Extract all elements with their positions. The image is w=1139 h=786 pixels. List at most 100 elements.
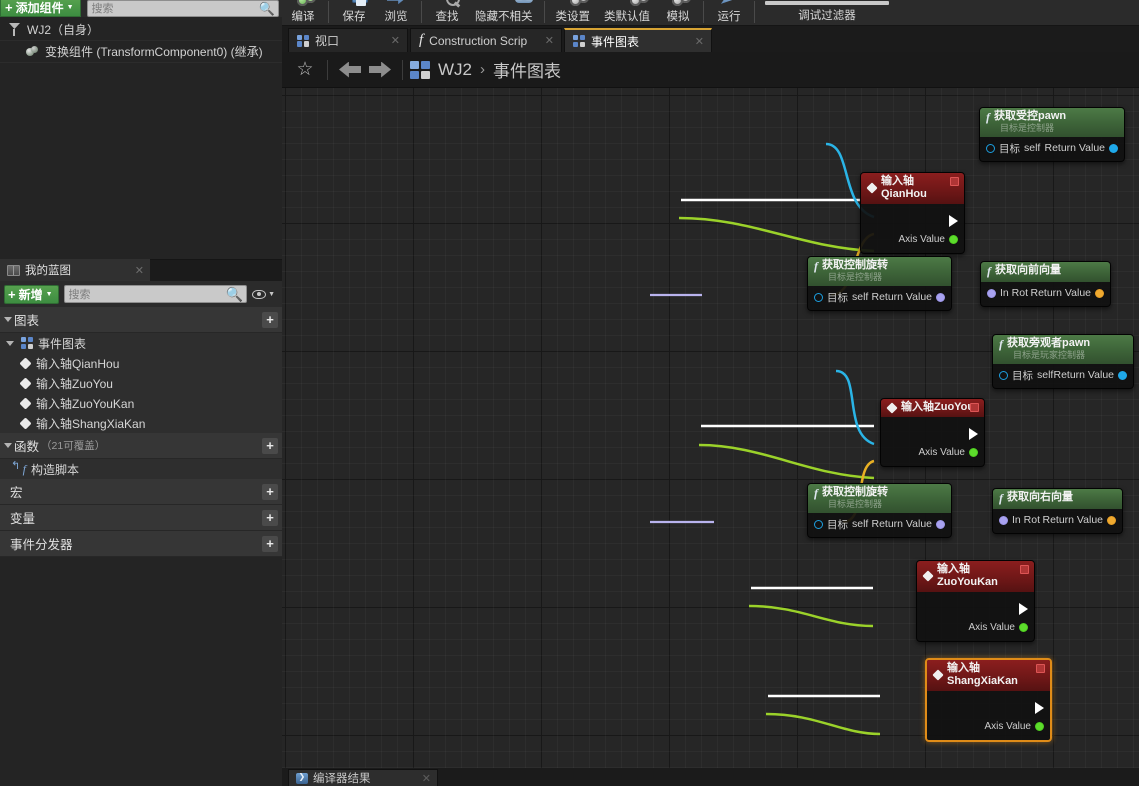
event-graph-canvas[interactable]: f 获取受控pawn 目标是控制器 目标 self Return Value 输… xyxy=(282,88,1139,768)
add-macro-button[interactable]: + xyxy=(262,483,278,500)
close-icon[interactable]: ✕ xyxy=(422,772,431,785)
toolbar-button-save[interactable]: 保存 xyxy=(333,0,375,25)
toolbar-button-label: 查找 xyxy=(435,11,459,23)
event-delegate-icon[interactable] xyxy=(1020,565,1029,574)
toolbar-button-class-settings[interactable]: 类设置 xyxy=(549,0,598,25)
toolbar-button-hide-unrelated[interactable]: 隐藏不相关 xyxy=(468,0,540,25)
pin-return-value[interactable] xyxy=(1109,143,1118,153)
back-button[interactable] xyxy=(335,55,365,85)
close-icon[interactable]: ✕ xyxy=(135,264,144,277)
list-item-input-axis-zuoyou[interactable]: 输入轴ZuoYou xyxy=(0,373,282,393)
node-get-controlled-pawn[interactable]: f 获取受控pawn 目标是控制器 目标 self Return Value xyxy=(979,107,1125,162)
pin-in-rot[interactable] xyxy=(999,515,1008,525)
tab-construction-script[interactable]: f Construction Scrip ✕ xyxy=(410,28,562,52)
component-row-self[interactable]: WJ2（自身） xyxy=(0,19,282,41)
pin-target[interactable] xyxy=(999,370,1008,380)
my-blueprint-search-input[interactable]: 搜索 🔍 xyxy=(63,285,248,303)
pin-axis-value[interactable] xyxy=(969,447,978,457)
pin-row: 目标 self Return Value xyxy=(808,516,951,532)
favorite-star-button[interactable]: ☆ xyxy=(290,55,320,85)
close-icon[interactable]: ✕ xyxy=(545,34,554,47)
exec-out-pin[interactable] xyxy=(1035,702,1044,714)
pin-value-self[interactable]: self xyxy=(852,291,868,303)
node-input-axis-shangxiakan[interactable]: 输入轴ShangXiaKan Axis Value xyxy=(925,658,1052,742)
pin-return-value[interactable] xyxy=(936,292,945,302)
pin-axis-value[interactable] xyxy=(1019,622,1028,632)
sphere-icon xyxy=(26,45,39,58)
event-delegate-icon[interactable] xyxy=(1036,664,1045,673)
components-search-input[interactable]: 搜索 🔍 xyxy=(86,0,279,17)
add-component-button[interactable]: + 添加组件 ▼ xyxy=(0,0,81,17)
tab-event-graph[interactable]: 事件图表 ✕ xyxy=(564,28,712,52)
tab-viewport[interactable]: 视口 ✕ xyxy=(288,28,408,52)
node-get-forward-vector[interactable]: f 获取向前向量 In Rot Return Value xyxy=(980,261,1111,307)
breadcrumb-root[interactable]: WJ2 xyxy=(438,60,472,80)
visibility-options-button[interactable]: ▼ xyxy=(252,289,278,299)
section-functions[interactable]: 函数 （21可覆盖） + xyxy=(0,433,282,459)
node-input-axis-zuoyoukan[interactable]: 输入轴ZuoYouKan Axis Value xyxy=(916,560,1035,642)
node-title-row: f 获取控制旋转 xyxy=(814,259,944,272)
breadcrumb-leaf[interactable]: 事件图表 xyxy=(493,57,561,82)
close-icon[interactable]: ✕ xyxy=(391,34,400,47)
node-get-right-vector[interactable]: f 获取向右向量 In Rot Return Value xyxy=(992,488,1123,534)
add-function-button[interactable]: + xyxy=(262,437,278,454)
pin-value-self[interactable]: self xyxy=(852,518,868,530)
add-event-dispatcher-button[interactable]: + xyxy=(262,535,278,552)
node-input-axis-zuoyou[interactable]: 输入轴ZuoYou Axis Value xyxy=(880,398,985,467)
section-label: 宏 xyxy=(10,486,23,500)
list-item-input-axis-qianhou[interactable]: 输入轴QianHou xyxy=(0,353,282,373)
node-body: 目标 self Return Value xyxy=(980,137,1124,161)
section-macros[interactable]: 宏 + xyxy=(0,479,282,505)
toolbar-button-play[interactable]: 运行 xyxy=(708,0,750,25)
node-title: 输入轴QianHou xyxy=(881,175,927,200)
pin-axis-value[interactable] xyxy=(949,234,958,244)
toolbar-button-find[interactable]: 查找 xyxy=(426,0,468,25)
node-get-control-rotation-2[interactable]: f 获取控制旋转 目标是控制器 目标 self Return Value xyxy=(807,483,952,538)
tab-compiler-results[interactable]: 编译器结果 ✕ xyxy=(288,769,438,786)
debug-filter-dropdown[interactable]: 调试过滤器 xyxy=(765,0,889,23)
pin-target[interactable] xyxy=(814,519,823,529)
tab-my-blueprint[interactable]: 我的蓝图 ✕ xyxy=(0,259,150,281)
pin-return-value[interactable] xyxy=(1095,288,1104,298)
list-item-input-axis-zuoyoukan[interactable]: 输入轴ZuoYouKan xyxy=(0,393,282,413)
section-event-dispatchers[interactable]: 事件分发器 + xyxy=(0,531,282,557)
toolbar-button-browse[interactable]: 浏览 xyxy=(375,0,417,25)
my-blueprint-tabbar: 我的蓝图 ✕ xyxy=(0,259,282,281)
forward-button[interactable] xyxy=(365,55,395,85)
add-graph-button[interactable]: + xyxy=(262,311,278,328)
add-new-button[interactable]: + 新增 ▼ xyxy=(4,284,59,304)
section-graphs[interactable]: 图表 + xyxy=(0,307,282,333)
pin-in-rot[interactable] xyxy=(987,288,996,298)
component-row-transform[interactable]: 变换组件 (TransformComponent0) (继承) xyxy=(0,41,282,63)
close-icon[interactable]: ✕ xyxy=(695,35,704,48)
exec-out-pin[interactable] xyxy=(949,215,958,227)
pin-value-self[interactable]: self xyxy=(1037,369,1053,381)
pin-value-self[interactable]: self xyxy=(1024,142,1040,154)
toolbar-button-simulate[interactable]: 模拟 xyxy=(657,0,699,25)
node-get-control-rotation-1[interactable]: f 获取控制旋转 目标是控制器 目标 self Return Value xyxy=(807,256,952,311)
list-item-input-axis-shangxiakan[interactable]: 输入轴ShangXiaKan xyxy=(0,413,282,433)
section-variables[interactable]: 变量 + xyxy=(0,505,282,531)
plus-icon: + xyxy=(8,286,16,302)
pin-target[interactable] xyxy=(986,143,995,153)
node-header: f 获取控制旋转 目标是控制器 xyxy=(808,484,951,513)
pin-return-value[interactable] xyxy=(1107,515,1116,525)
event-delegate-icon[interactable] xyxy=(970,403,979,412)
list-item-construction-script[interactable]: f 构造脚本 xyxy=(0,459,282,479)
toolbar-button-class-defaults[interactable]: 类默认值 xyxy=(597,0,657,25)
pin-axis-value[interactable] xyxy=(1035,721,1044,731)
pin-target[interactable] xyxy=(814,292,823,302)
add-variable-button[interactable]: + xyxy=(262,509,278,526)
pin-return-value[interactable] xyxy=(1118,370,1127,380)
toolbar-button-compile[interactable]: 编译 xyxy=(282,0,324,25)
exec-out-pin[interactable] xyxy=(1019,603,1028,615)
components-search-placeholder: 搜索 xyxy=(91,3,114,15)
event-delegate-icon[interactable] xyxy=(950,177,959,186)
pin-return-value[interactable] xyxy=(936,519,945,529)
node-title: 输入轴ZuoYou xyxy=(901,401,975,413)
exec-out-pin[interactable] xyxy=(969,428,978,440)
pin-row-axis-value: Axis Value xyxy=(861,230,964,248)
list-item-event-graph[interactable]: 事件图表 xyxy=(0,333,282,353)
node-get-spectator-pawn[interactable]: f 获取旁观者pawn 目标是玩家控制器 目标 self Return Valu… xyxy=(992,334,1134,389)
node-input-axis-qianhou[interactable]: 输入轴QianHou Axis Value xyxy=(860,172,965,254)
